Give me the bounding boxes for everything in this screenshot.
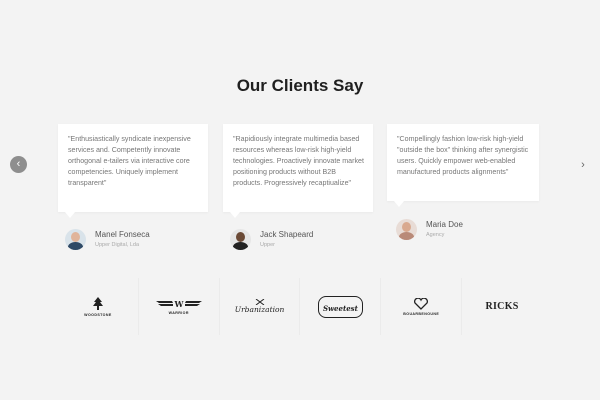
testimonial-card: "Rapidiously integrate multimedia based … [223,124,373,218]
testimonial-author: Jack Shapeard Upper [230,229,313,250]
section-title: Our Clients Say [236,76,364,95]
carousel-prev-button[interactable]: ‹ [10,156,27,173]
testimonial-card: "Enthusiastically syndicate inexpensive … [58,124,208,218]
author-name: Jack Shapeard [260,229,314,239]
badge-icon: Sweetest [317,295,363,318]
testimonial-card: "Compellingly fashion low-risk high-yiel… [387,124,539,207]
testimonial-author: Maria Doe Agency [396,219,463,240]
logo-text: RICKS [485,301,519,312]
client-logo-woodstone[interactable]: WOODSTONE [58,278,139,335]
chevron-left-icon: ‹ [16,158,21,170]
wings-icon: W [155,299,202,309]
logo-text: WARRIOR [168,310,189,315]
heart-mark-icon [414,297,429,310]
client-logo-warrior[interactable]: W WARRIOR [139,278,220,335]
author-role: Upper Digital, Lda [95,241,140,248]
author-role: Agency [426,231,445,238]
testimonial-quote: "Enthusiastically syndicate inexpensive … [68,135,191,187]
logo-text: WOODSTONE [84,312,112,317]
logo-text: Urbanization [234,305,285,314]
avatar [65,229,86,250]
tree-icon [92,296,103,310]
client-logo-bouarbenoune[interactable]: BOUARBENOUNE [381,278,463,335]
avatar [230,229,251,250]
testimonial-quote: "Rapidiously integrate multimedia based … [233,135,364,187]
author-name: Manel Fonseca [95,229,150,239]
author-role: Upper [260,241,275,248]
svg-text:W: W [173,299,184,309]
speech-tail [394,201,404,207]
speech-tail [230,212,240,218]
logo-text: Sweetest [322,303,358,313]
author-name: Maria Doe [426,219,463,229]
speech-tail [65,212,75,218]
chevron-right-icon: › [581,159,585,171]
client-logo-ricks[interactable]: RICKS [462,278,542,335]
client-logos: WOODSTONE W WARRIOR Urbanization Sweetes… [58,278,542,335]
testimonial-author: Manel Fonseca Upper Digital, Lda [65,229,150,250]
logo-text: BOUARBENOUNE [403,311,440,316]
client-logo-urbanization[interactable]: Urbanization [220,278,301,335]
testimonial-quote: "Compellingly fashion low-risk high-yiel… [397,135,529,176]
client-logo-sweetest[interactable]: Sweetest [300,278,382,335]
carousel-next-button[interactable]: › [578,158,588,172]
avatar [396,219,417,240]
